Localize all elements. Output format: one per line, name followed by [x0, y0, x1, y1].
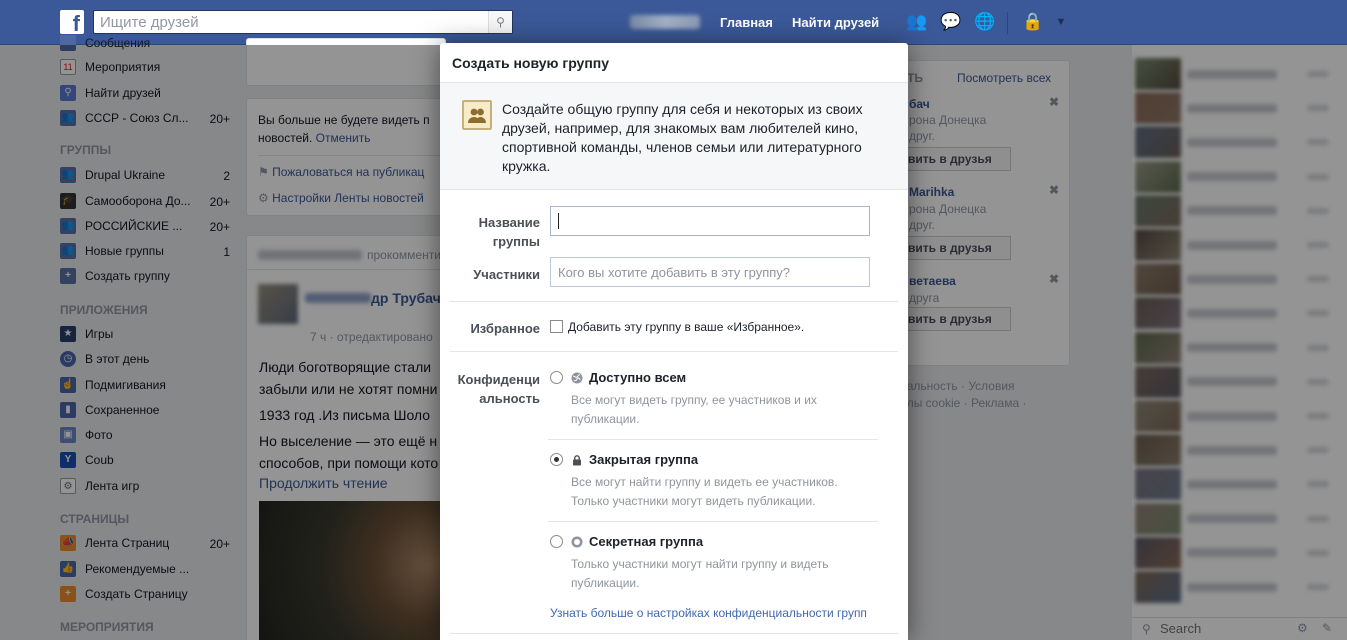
privacy-public-title: Доступно всем [589, 370, 687, 385]
globe-icon [571, 372, 583, 383]
group-name-label-2: группы [492, 234, 540, 249]
privacy-public-desc-1: Все могут видеть группу, ее участников и… [571, 393, 817, 407]
favorites-checkbox[interactable] [550, 320, 563, 333]
privacy-closed-radio[interactable] [550, 453, 563, 466]
dialog-intro: Создайте общую группу для себя и некотор… [440, 83, 908, 190]
nav-home-link[interactable]: Главная [720, 15, 773, 30]
divider [1007, 12, 1008, 34]
favorites-checkbox-label[interactable]: Добавить эту группу в ваше «Избранное». [568, 320, 804, 334]
search-box: ⚲ [93, 10, 513, 34]
messages-icon[interactable]: 💬 [940, 12, 961, 32]
privacy-closed-title: Закрытая группа [589, 452, 699, 467]
learn-more-privacy-link[interactable]: Узнать больше о настройках конфиденциаль… [550, 606, 867, 620]
group-name-input[interactable] [550, 206, 870, 236]
group-name-label-1: Название [478, 215, 540, 230]
privacy-label-2: альность [479, 391, 540, 406]
privacy-secret-description: Только участники могут найти группу и ви… [571, 555, 871, 593]
privacy-secret-title: Секретная группа [589, 534, 704, 549]
members-label: Участники [473, 267, 540, 282]
privacy-secret-radio[interactable] [550, 535, 563, 548]
privacy-secret-option[interactable]: Секретная группа [571, 534, 703, 549]
favorites-label: Избранное [470, 321, 540, 336]
dialog-intro-text: Создайте общую группу для себя и некотор… [502, 101, 863, 174]
account-menu-chevron-down-icon[interactable]: ▼ [1051, 12, 1071, 32]
group-icon [462, 100, 492, 130]
divider [450, 301, 898, 302]
create-group-dialog: Создать новую группу Создайте общую груп… [440, 43, 908, 640]
privacy-label: Конфиденци альность [450, 370, 540, 408]
text-cursor [558, 213, 559, 229]
privacy-closed-desc-1: Все могут найти группу и видеть ее участ… [571, 475, 838, 489]
privacy-public-radio[interactable] [550, 371, 563, 384]
divider [548, 521, 878, 522]
privacy-closed-desc-2: Только участники могут видеть публикации… [571, 494, 816, 508]
privacy-public-description: Все могут видеть группу, ее участников и… [571, 391, 871, 429]
divider [450, 351, 898, 352]
search-icon[interactable]: ⚲ [488, 11, 512, 33]
dialog-title: Создать новую группу [440, 43, 908, 83]
nav-find-friends-link[interactable]: Найти друзей [792, 15, 879, 30]
privacy-shortcuts-icon[interactable]: 🔒 [1022, 12, 1043, 32]
privacy-label-1: Конфиденци [457, 372, 540, 387]
notifications-globe-icon[interactable]: 🌐 [974, 12, 995, 32]
divider [548, 439, 878, 440]
secret-icon [571, 536, 583, 547]
privacy-public-option[interactable]: Доступно всем [571, 370, 686, 385]
profile-link[interactable] [630, 15, 700, 29]
group-name-label: Название группы [450, 213, 540, 251]
privacy-public-desc-2: публикации. [571, 412, 640, 426]
friend-requests-icon[interactable]: 👥 [906, 12, 927, 32]
search-input[interactable] [94, 11, 486, 33]
privacy-secret-desc-1: Только участники могут найти группу и ви… [571, 557, 829, 571]
lock-icon [573, 454, 581, 465]
members-input[interactable] [550, 257, 870, 287]
facebook-logo-icon[interactable]: f [60, 10, 84, 34]
divider [450, 633, 898, 634]
privacy-closed-option[interactable]: Закрытая группа [571, 452, 698, 467]
privacy-secret-desc-2: публикации. [571, 576, 640, 590]
privacy-closed-description: Все могут найти группу и видеть ее участ… [571, 473, 871, 511]
